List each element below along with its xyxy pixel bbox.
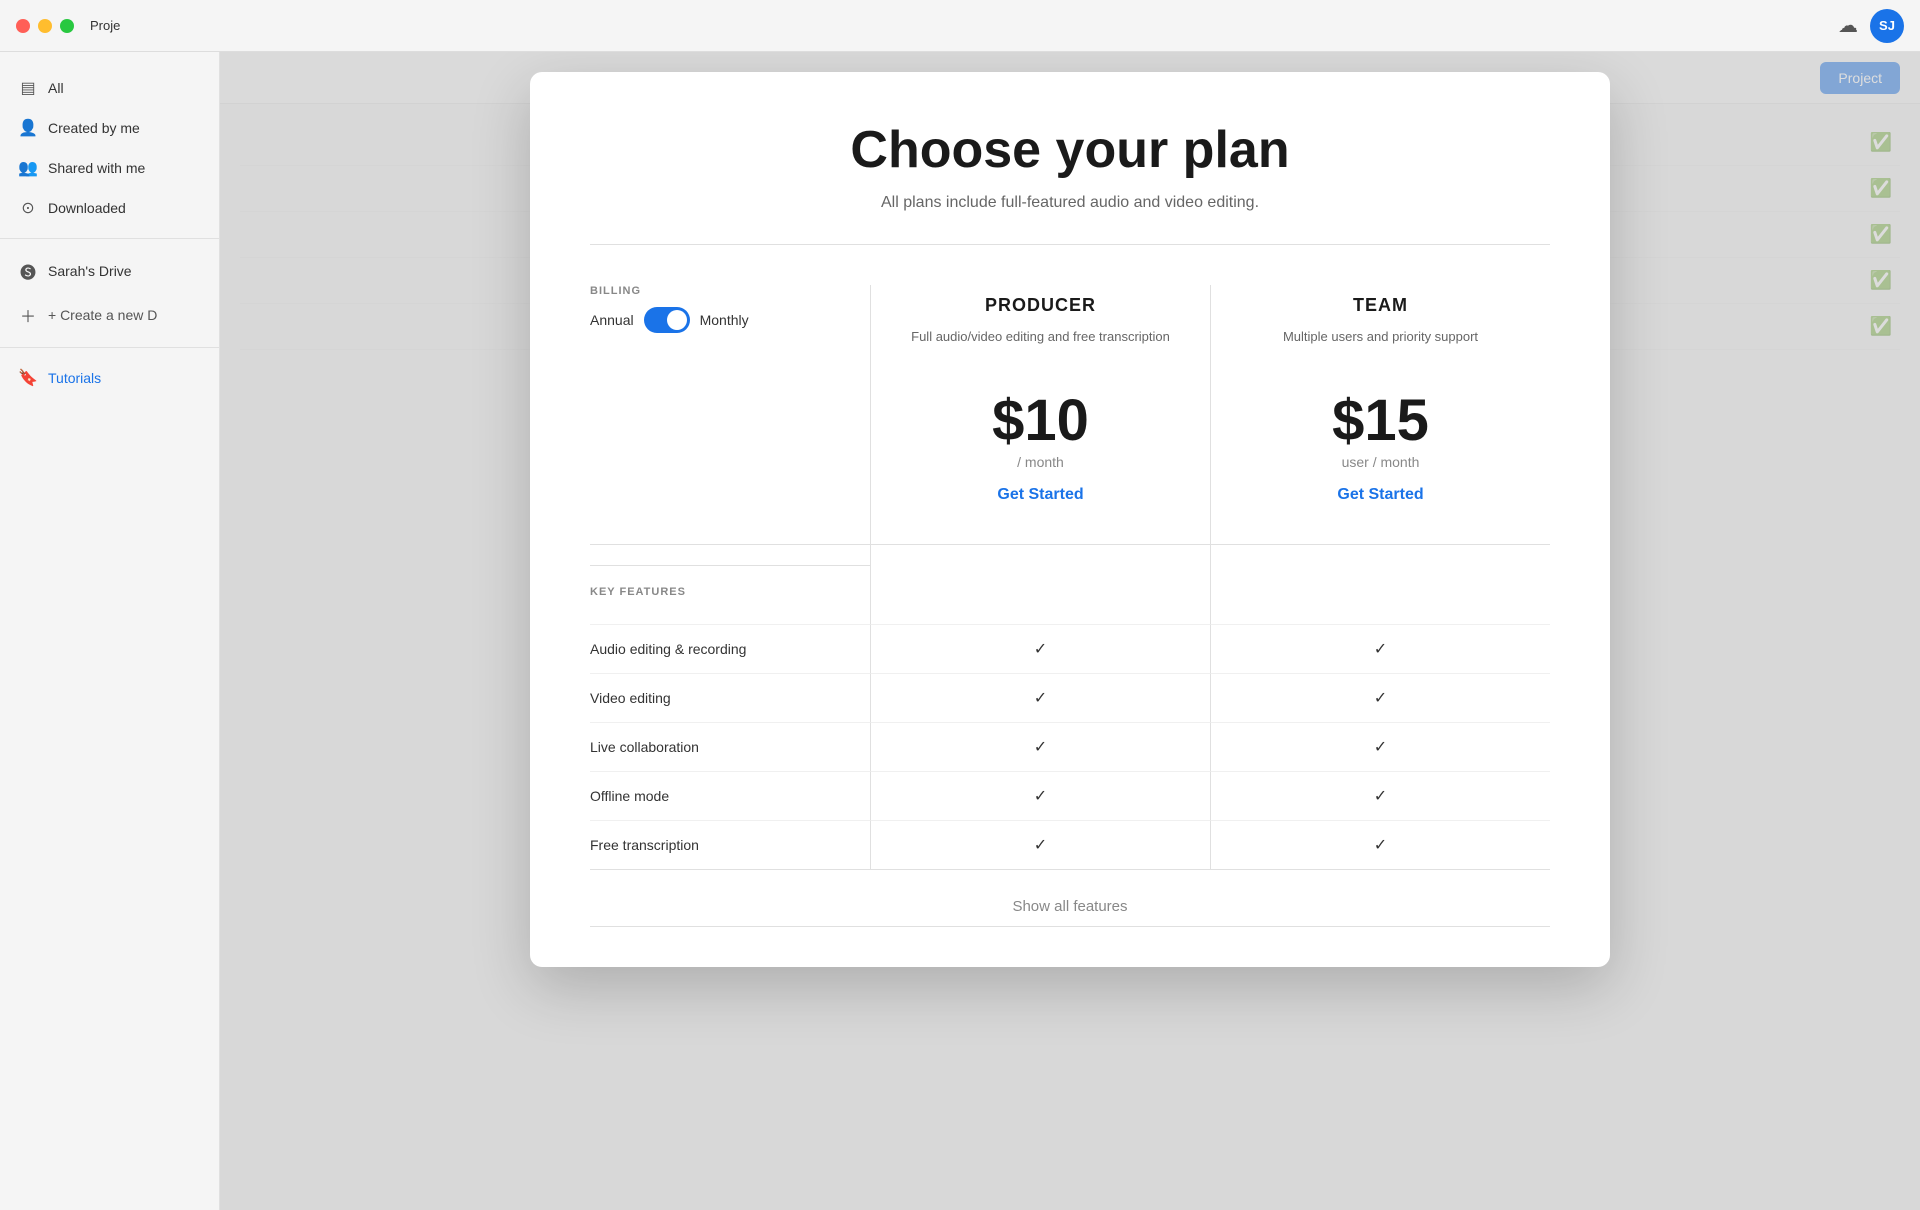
- plans-container: BILLING Annual Monthly PRO: [590, 285, 1550, 926]
- producer-plan-name: PRODUCER: [901, 285, 1180, 316]
- team-plan-name: TEAM: [1241, 285, 1520, 316]
- billing-section: BILLING Annual Monthly: [590, 285, 870, 333]
- feature-check-video-team: ✓: [1210, 673, 1550, 722]
- create-new-label: + Create a new D: [48, 307, 157, 323]
- producer-price: $10: [901, 392, 1180, 450]
- feature-check-audio-producer: ✓: [870, 624, 1210, 673]
- tutorials-label: Tutorials: [48, 370, 101, 386]
- feature-label-collab: Live collaboration: [590, 722, 870, 771]
- feature-label-audio: Audio editing & recording: [590, 624, 870, 673]
- tutorials-icon: 🔖: [18, 368, 38, 388]
- sidebar-item-tutorials[interactable]: 🔖 Tutorials: [0, 358, 219, 398]
- sidebar-item-created-by-me[interactable]: 👤 Created by me: [0, 108, 219, 148]
- feature-label-transcription: Free transcription: [590, 820, 870, 869]
- all-icon: ▤: [18, 78, 38, 98]
- drive-icon: 🅢: [18, 259, 38, 283]
- team-price: $15: [1241, 392, 1520, 450]
- sidebar-label-all: All: [48, 80, 64, 96]
- feature-check-offline-producer: ✓: [870, 771, 1210, 820]
- app-title: Proje: [90, 18, 120, 33]
- show-all-features-button[interactable]: Show all features: [1012, 898, 1127, 915]
- producer-plan-description: Full audio/video editing and free transc…: [901, 328, 1180, 368]
- main-content: Project ✅ ✅ ✅ ✅ ✅ Choose your plan: [220, 52, 1920, 1210]
- team-price-period: user / month: [1241, 454, 1520, 470]
- maximize-button[interactable]: [60, 19, 74, 33]
- sidebar-item-drive[interactable]: 🅢 Sarah's Drive: [0, 249, 219, 293]
- monthly-label: Monthly: [700, 312, 749, 328]
- app-layout: ▤ All 👤 Created by me 👥 Shared with me ⊙…: [0, 52, 1920, 1210]
- sidebar-divider: [0, 238, 219, 239]
- avatar[interactable]: SJ: [1870, 9, 1904, 43]
- billing-toggle-row: Annual Monthly: [590, 307, 870, 333]
- feature-label-video: Video editing: [590, 673, 870, 722]
- cloud-icon: ☁: [1838, 13, 1858, 38]
- feature-check-transcription-producer: ✓: [870, 820, 1210, 869]
- team-plan-col: TEAM Multiple users and priority support…: [1210, 285, 1550, 544]
- shared-with-icon: 👥: [18, 158, 38, 178]
- sidebar-item-downloaded[interactable]: ⊙ Downloaded: [0, 188, 219, 228]
- plus-icon: ＋: [18, 303, 38, 327]
- key-features-col: KEY FEATURES: [590, 544, 870, 624]
- feature-check-audio-team: ✓: [1210, 624, 1550, 673]
- sidebar: ▤ All 👤 Created by me 👥 Shared with me ⊙…: [0, 52, 220, 1210]
- annual-label: Annual: [590, 312, 634, 328]
- team-get-started-button[interactable]: Get Started: [1337, 486, 1423, 504]
- feature-label-offline: Offline mode: [590, 771, 870, 820]
- pricing-modal: Choose your plan All plans include full-…: [530, 72, 1610, 967]
- sidebar-item-all[interactable]: ▤ All: [0, 68, 219, 108]
- titlebar-right: ☁ SJ: [1838, 9, 1904, 43]
- feature-check-offline-team: ✓: [1210, 771, 1550, 820]
- modal-subtitle: All plans include full-featured audio an…: [590, 194, 1550, 212]
- sidebar-item-shared-with[interactable]: 👥 Shared with me: [0, 148, 219, 188]
- sidebar-label-created: Created by me: [48, 120, 140, 136]
- modal-bottom-bar: [590, 926, 1550, 927]
- modal-title: Choose your plan: [590, 120, 1550, 180]
- sidebar-divider-2: [0, 347, 219, 348]
- minimize-button[interactable]: [38, 19, 52, 33]
- billing-toggle[interactable]: [644, 307, 690, 333]
- key-features-spacer-2: [1210, 544, 1550, 624]
- key-features-spacer-1: [870, 544, 1210, 624]
- modal-overlay: Choose your plan All plans include full-…: [220, 52, 1920, 1210]
- downloaded-icon: ⊙: [18, 198, 38, 218]
- producer-price-period: / month: [901, 454, 1180, 470]
- toggle-knob: [667, 310, 687, 330]
- created-by-me-icon: 👤: [18, 118, 38, 138]
- feature-check-collab-team: ✓: [1210, 722, 1550, 771]
- feature-check-video-producer: ✓: [870, 673, 1210, 722]
- create-new-item[interactable]: ＋ + Create a new D: [0, 293, 219, 337]
- key-features-label: KEY FEATURES: [590, 565, 870, 614]
- billing-col: BILLING Annual Monthly: [590, 285, 870, 544]
- show-all-row: Show all features: [590, 869, 1550, 926]
- sidebar-drive-label: Sarah's Drive: [48, 263, 132, 279]
- sidebar-label-shared: Shared with me: [48, 160, 145, 176]
- producer-plan-col: PRODUCER Full audio/video editing and fr…: [870, 285, 1210, 544]
- billing-label: BILLING: [590, 285, 870, 297]
- sidebar-label-downloaded: Downloaded: [48, 200, 126, 216]
- team-plan-description: Multiple users and priority support: [1241, 328, 1520, 368]
- titlebar: Proje ☁ SJ: [0, 0, 1920, 52]
- close-button[interactable]: [16, 19, 30, 33]
- traffic-lights: [16, 19, 74, 33]
- modal-header-divider: [590, 244, 1550, 245]
- feature-check-collab-producer: ✓: [870, 722, 1210, 771]
- producer-get-started-button[interactable]: Get Started: [997, 486, 1083, 504]
- feature-check-transcription-team: ✓: [1210, 820, 1550, 869]
